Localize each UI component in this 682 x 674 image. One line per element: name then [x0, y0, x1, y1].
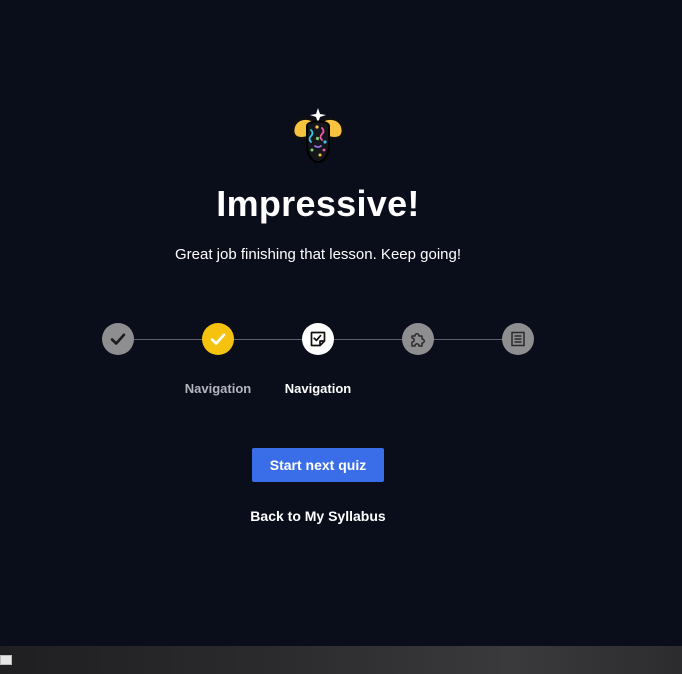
progress-step-1: [102, 323, 134, 355]
progress-step-3-label: Navigation: [284, 381, 352, 396]
article-icon: [511, 331, 525, 347]
taskbar: [0, 646, 682, 674]
checkmark-icon: [210, 333, 226, 345]
back-to-syllabus-link[interactable]: Back to My Syllabus: [218, 508, 418, 524]
quiz-icon: [310, 331, 326, 347]
start-next-quiz-button[interactable]: Start next quiz: [252, 448, 384, 482]
progress-step-3: [302, 323, 334, 355]
terminal-icon[interactable]: [0, 655, 12, 665]
celebration-headline: Impressive!: [216, 183, 420, 224]
progress-step-5: [502, 323, 534, 355]
progress-step-2: [202, 323, 234, 355]
lesson-complete-screen: Impressive! Great job finishing that les…: [0, 0, 682, 646]
checkmark-icon: [110, 333, 126, 345]
firefly-confetti-icon: [291, 108, 345, 164]
celebration-subtitle: Great job finishing that lesson. Keep go…: [174, 246, 462, 263]
progress-step-4: [402, 323, 434, 355]
puzzle-icon: [411, 333, 425, 347]
